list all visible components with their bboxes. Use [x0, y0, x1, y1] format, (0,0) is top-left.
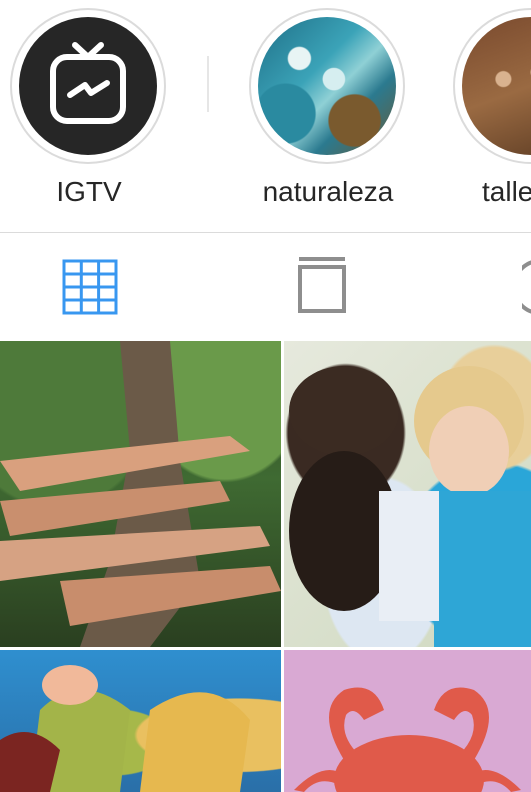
highlight-cover — [19, 17, 157, 155]
tab-grid[interactable] — [0, 233, 177, 341]
post-thumbnail[interactable] — [0, 341, 281, 647]
highlight-label: naturaleza — [262, 176, 394, 207]
highlight-label: talle — [482, 176, 531, 207]
post-image — [289, 366, 531, 647]
highlight-divider — [207, 56, 209, 112]
profile-tabs — [0, 233, 531, 341]
story-highlights: IGTV naturaleza talle — [0, 0, 531, 232]
highlight-naturaleza[interactable]: naturaleza — [248, 8, 408, 218]
crab-icon — [294, 687, 521, 792]
highlight-igtv[interactable]: IGTV — [9, 8, 169, 218]
tagged-icon — [522, 260, 531, 314]
highlight-talle[interactable]: talle — [452, 8, 531, 218]
post-thumbnail[interactable] — [284, 650, 531, 792]
post-image — [0, 665, 250, 792]
highlight-cover — [258, 17, 396, 155]
post-thumbnail[interactable] — [0, 650, 281, 792]
post-image — [0, 341, 281, 647]
highlight-label: IGTV — [56, 176, 122, 207]
tab-igtv[interactable] — [177, 233, 354, 341]
post-thumbnail[interactable] — [284, 341, 531, 647]
tab-tagged[interactable] — [354, 233, 531, 341]
igtv-icon — [50, 42, 126, 124]
igtv-tab-icon — [298, 257, 346, 313]
posts-grid — [0, 341, 531, 792]
grid-icon — [62, 259, 118, 315]
